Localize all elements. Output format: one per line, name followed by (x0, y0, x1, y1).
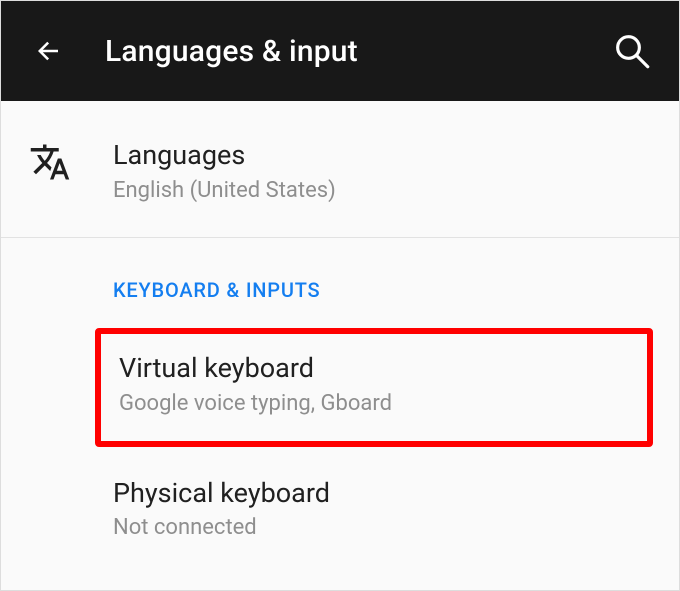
settings-screen: Languages & input Languages English (Uni… (0, 0, 680, 591)
physical-keyboard-row[interactable]: Physical keyboard Not connected (1, 455, 679, 565)
back-button[interactable] (33, 36, 63, 66)
virtual-keyboard-highlight: Virtual keyboard Google voice typing, Gb… (95, 328, 653, 446)
virtual-keyboard-row[interactable]: Virtual keyboard Google voice typing, Gb… (95, 328, 653, 446)
search-icon (611, 30, 653, 72)
languages-row[interactable]: Languages English (United States) (1, 101, 679, 237)
languages-title: Languages (113, 139, 336, 173)
section-keyboards-label: KEYBOARD & INPUTS (1, 238, 679, 320)
languages-subtitle: English (United States) (113, 177, 336, 206)
page-title: Languages & input (105, 34, 611, 69)
virtual-keyboard-subtitle: Google voice typing, Gboard (119, 390, 629, 419)
back-arrow-icon (33, 36, 63, 66)
titlebar: Languages & input (1, 1, 679, 101)
translate-icon (29, 139, 113, 183)
physical-keyboard-title: Physical keyboard (113, 477, 330, 511)
virtual-keyboard-title: Virtual keyboard (119, 352, 629, 386)
physical-keyboard-subtitle: Not connected (113, 514, 330, 543)
search-button[interactable] (611, 30, 653, 72)
